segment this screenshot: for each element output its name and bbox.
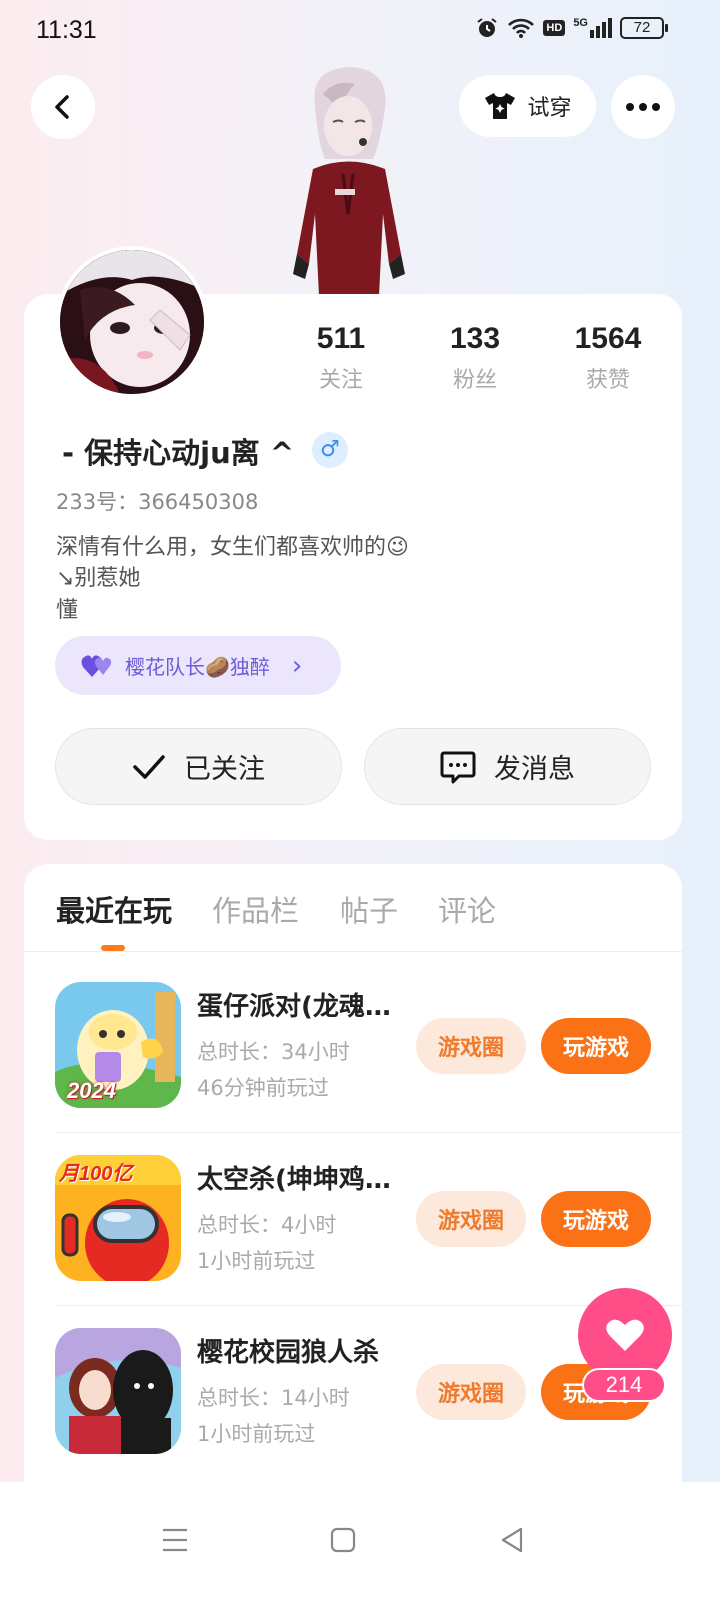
chat-bubble-icon — [440, 751, 476, 783]
character-avatar-image[interactable] — [285, 64, 415, 296]
game-title: 樱花校园狼人杀 — [197, 1338, 380, 1368]
like-count: 214 — [582, 1368, 666, 1402]
game-icon-image — [55, 1328, 181, 1454]
alarm-icon — [477, 18, 498, 37]
home-button[interactable] — [313, 1510, 373, 1570]
more-button[interactable] — [611, 75, 675, 139]
user-id: 233号：366450308 — [56, 490, 259, 514]
heart-icon — [606, 1319, 644, 1351]
status-time: 11:31 — [36, 16, 97, 44]
game-title: 蛋仔派对(龙魂… — [197, 992, 391, 1022]
chevron-left-icon — [55, 95, 69, 119]
signal-icon: 5G — [573, 18, 612, 38]
stat-followers[interactable]: 133 粉丝 — [415, 322, 535, 394]
followed-label: 已关注 — [184, 754, 265, 785]
game-title: 太空杀(坤坤鸡… — [197, 1165, 391, 1195]
try-on-button[interactable]: 试穿 — [459, 75, 596, 137]
double-heart-icon — [81, 654, 112, 677]
chevron-right-icon: › — [291, 650, 303, 681]
back-button[interactable] — [31, 75, 95, 139]
game-duration: 总时长：4小时 — [197, 1213, 337, 1237]
tab-recently-played[interactable]: 最近在玩 — [56, 888, 172, 930]
avatar[interactable] — [56, 246, 208, 398]
game-row[interactable]: 2024 蛋仔派对(龙魂… 总时长：34小时 46分钟前玩过 游戏圈 玩游戏 — [24, 960, 682, 1133]
username: - 保持心动ju离 ^ — [62, 436, 295, 470]
tab-comments[interactable]: 评论 — [438, 888, 496, 930]
stat-likes[interactable]: 1564 获赞 — [548, 322, 668, 394]
message-label: 发消息 — [494, 754, 575, 785]
play-game-button[interactable]: 玩游戏 — [541, 1018, 651, 1074]
tshirt-sparkle-icon — [485, 93, 516, 119]
wifi-icon — [508, 18, 535, 38]
stat-likes-label: 获赞 — [585, 368, 630, 393]
stat-following-value: 511 — [316, 322, 366, 355]
stat-likes-value: 1564 — [574, 322, 642, 355]
game-duration: 总时长：34小时 — [197, 1040, 350, 1064]
play-game-button[interactable]: 玩游戏 — [541, 1191, 651, 1247]
stat-followers-value: 133 — [449, 322, 501, 355]
hd-icon: HD — [543, 20, 566, 36]
more-dots-icon — [626, 103, 660, 111]
game-last-played: 1小时前玩过 — [197, 1422, 316, 1446]
game-duration: 总时长：14小时 — [197, 1386, 350, 1410]
square-icon — [330, 1527, 356, 1553]
game-last-played: 46分钟前玩过 — [197, 1076, 329, 1100]
bio-line-1: 深情有什么用，女生们都喜欢帅的😉 — [56, 535, 409, 560]
system-nav-bar — [0, 1482, 720, 1600]
bio-line-3: 懂 — [56, 598, 79, 623]
try-on-label: 试穿 — [527, 96, 572, 121]
avatar-image — [60, 250, 204, 394]
tab-works[interactable]: 作品栏 — [212, 888, 299, 930]
game-badge-year: 2024 — [67, 1078, 116, 1103]
game-row[interactable]: 月100亿 太空杀(坤坤鸡… 总时长：4小时 1小时前玩过 游戏圈 玩游戏 — [24, 1133, 682, 1306]
status-bar: 11:31 HD 5G 72 — [0, 0, 720, 64]
triangle-back-icon — [501, 1527, 523, 1553]
back-nav-button[interactable] — [482, 1510, 542, 1570]
bio-line-2: ↘别惹她 — [56, 566, 141, 591]
stat-followers-label: 粉丝 — [452, 368, 497, 393]
relation-tag[interactable]: 樱花队长🥔独醉 › — [55, 636, 341, 695]
menu-lines-icon — [163, 1528, 187, 1552]
game-icon-eggy-party[interactable]: 2024 — [55, 982, 181, 1108]
message-button[interactable]: 发消息 — [364, 728, 651, 805]
game-badge-100yi: 月100亿 — [59, 1163, 133, 1185]
stat-following[interactable]: 511 关注 — [281, 322, 401, 394]
game-icon-space-kill[interactable]: 月100亿 — [55, 1155, 181, 1281]
check-icon — [133, 754, 165, 779]
recent-apps-button[interactable] — [145, 1510, 205, 1570]
game-circle-button[interactable]: 游戏圈 — [416, 1364, 526, 1420]
tab-posts[interactable]: 帖子 — [340, 888, 398, 930]
game-circle-button[interactable]: 游戏圈 — [416, 1018, 526, 1074]
game-icon-sakura-werewolf[interactable] — [55, 1328, 181, 1454]
game-last-played: 1小时前玩过 — [197, 1249, 316, 1273]
tabs-divider — [24, 951, 682, 952]
battery-icon: 72 — [620, 17, 668, 39]
status-icons: HD 5G 72 — [475, 16, 668, 40]
gender-male-icon: ♂ — [312, 432, 348, 468]
followed-button[interactable]: 已关注 — [55, 728, 342, 805]
stat-following-label: 关注 — [318, 368, 363, 393]
relation-tag-label: 樱花队长🥔独醉 — [125, 655, 270, 679]
game-circle-button[interactable]: 游戏圈 — [416, 1191, 526, 1247]
